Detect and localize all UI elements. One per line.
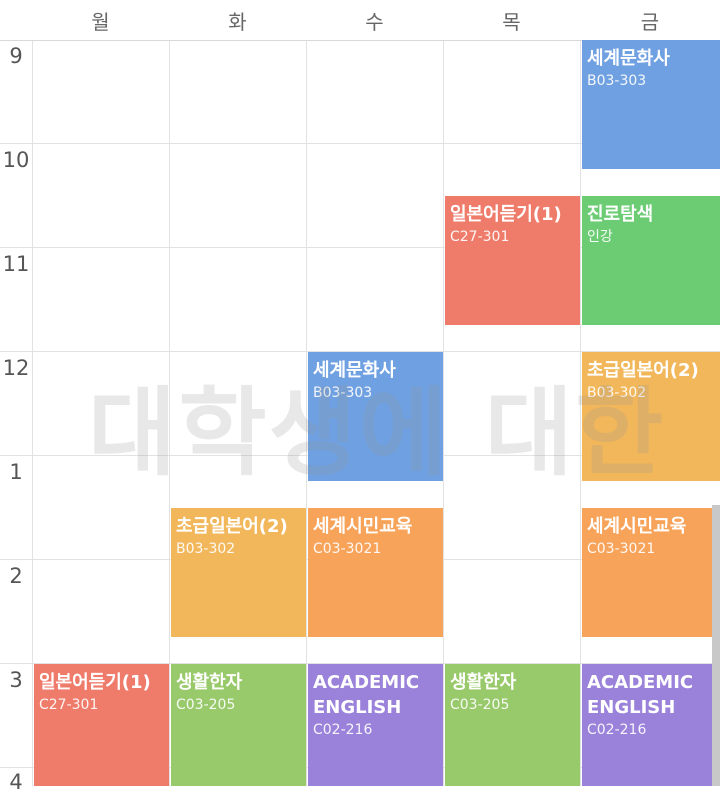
class-room: B03-302 (587, 385, 647, 401)
day-header: 월 화 수 목 금 (0, 0, 720, 41)
class-block[interactable]: 세계문화사 B03-303 (308, 352, 443, 481)
hour-label: 9 (9, 44, 23, 68)
day-label-thu: 목 (502, 10, 521, 34)
grid-line (443, 0, 444, 786)
hour-label: 12 (2, 356, 30, 380)
grid-line (169, 0, 170, 786)
hour-label: 2 (9, 564, 23, 588)
class-room: 인강 (587, 229, 613, 245)
class-title: 진로탐색 (587, 204, 654, 225)
class-room: C03-3021 (313, 541, 382, 557)
class-title: 초급일본어(2) (176, 516, 288, 537)
class-room: C27-301 (450, 229, 510, 245)
grid-line (32, 0, 33, 786)
class-room: B03-303 (587, 73, 647, 89)
class-room: C02-216 (587, 722, 647, 738)
day-label-fri: 금 (640, 10, 660, 34)
class-room: C02-216 (313, 722, 373, 738)
class-room: B03-303 (313, 385, 373, 401)
class-title: 초급일본어(2) (587, 360, 699, 381)
class-room: C03-205 (450, 697, 510, 713)
class-block[interactable]: 일본어듣기(1) C27-301 (34, 664, 169, 786)
day-label-mon: 월 (91, 10, 110, 34)
class-title: 세계문화사 (587, 48, 670, 69)
hour-label: 11 (2, 252, 30, 276)
class-room: C27-301 (39, 697, 99, 713)
class-room: C03-205 (176, 697, 236, 713)
day-label-wed: 수 (365, 10, 384, 34)
class-room: C03-3021 (587, 541, 656, 557)
class-block[interactable]: 초급일본어(2) B03-302 (582, 352, 720, 481)
class-block[interactable]: 일본어듣기(1) C27-301 (445, 196, 580, 325)
class-title: 세계시민교육 (313, 516, 413, 537)
grid-line (580, 0, 581, 786)
class-block[interactable]: 생활한자 C03-205 (445, 664, 580, 786)
hour-label: 4 (9, 770, 23, 794)
class-block[interactable]: ACADEMIC ENGLISH C02-216 (308, 664, 443, 786)
class-block[interactable]: 세계시민교육 C03-3021 (308, 508, 443, 637)
hour-label: 10 (2, 148, 30, 172)
class-room: B03-302 (176, 541, 236, 557)
class-title: 일본어듣기(1) (450, 204, 562, 225)
class-title: 생활한자 (450, 672, 517, 693)
class-block[interactable]: 초급일본어(2) B03-302 (171, 508, 306, 637)
class-block[interactable]: 생활한자 C03-205 (171, 664, 306, 786)
day-label-tue: 화 (228, 10, 247, 34)
class-title: ACADEMIC ENGLISH (587, 672, 694, 718)
hour-label: 1 (9, 460, 23, 484)
class-block[interactable]: 세계문화사 B03-303 (582, 40, 720, 169)
class-block[interactable]: 세계시민교육 C03-3021 (582, 508, 712, 637)
class-title: 세계문화사 (313, 360, 396, 381)
class-title: 세계시민교육 (587, 516, 687, 537)
class-title: ACADEMIC ENGLISH (313, 672, 420, 718)
grid-line (306, 0, 307, 786)
hour-label: 3 (9, 668, 23, 692)
class-block[interactable]: 진로탐색 인강 (582, 196, 720, 325)
scroll-edge (712, 505, 720, 786)
class-block[interactable]: ACADEMIC ENGLISH C02-216 (582, 664, 712, 786)
class-title: 생활한자 (176, 672, 243, 693)
class-title: 일본어듣기(1) (39, 672, 151, 693)
